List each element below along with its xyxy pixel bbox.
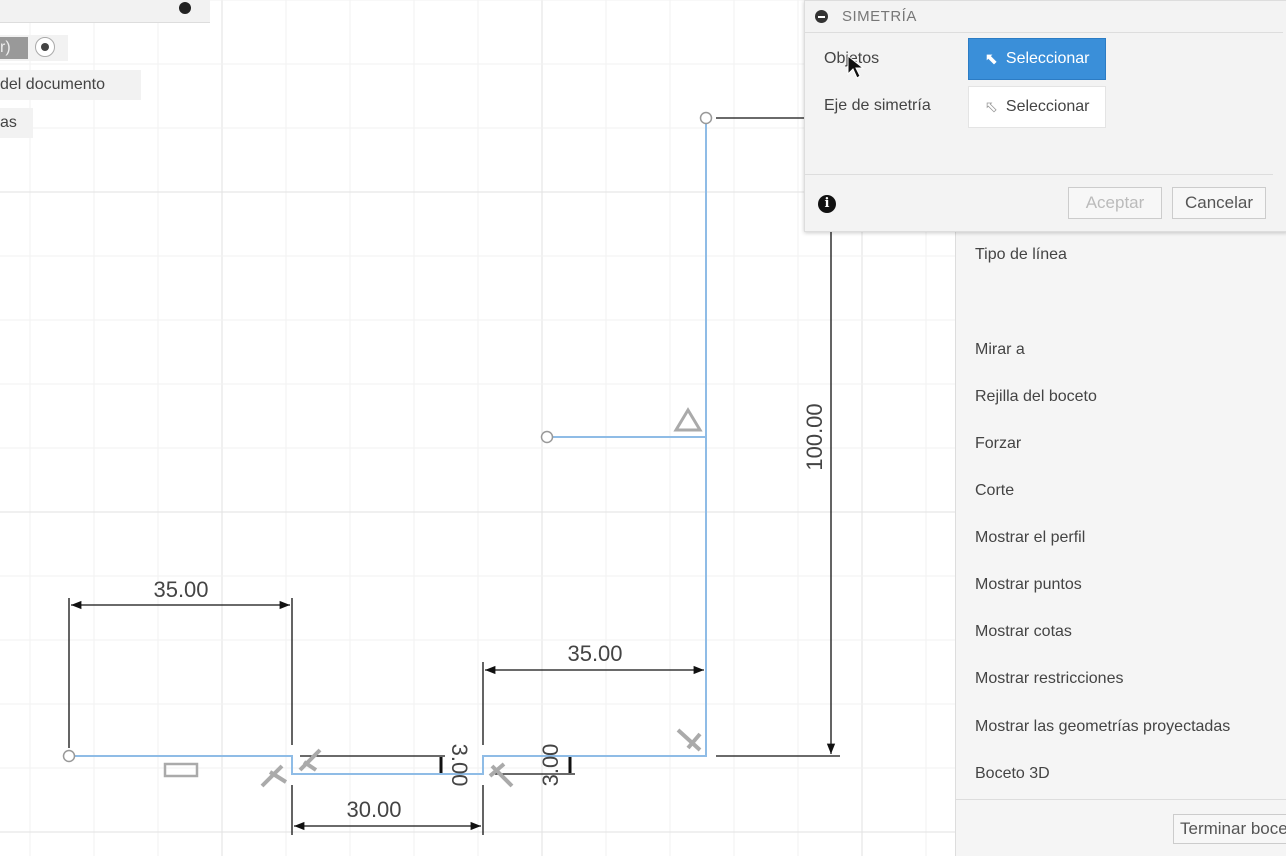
axis-select-button[interactable]: ⬁ Seleccionar [968, 86, 1106, 128]
objects-select-button[interactable]: ⬉ Seleccionar [968, 38, 1106, 80]
sketch-palette: Tipo de línea Mirar a Rejilla del boceto… [955, 230, 1286, 856]
palette-item-show-projected[interactable]: Mostrar las geometrías proyectadas [975, 718, 1230, 736]
sketch-point[interactable] [699, 111, 713, 125]
select-label: Seleccionar [1005, 98, 1090, 115]
palette-item-show-points[interactable]: Mostrar puntos [975, 576, 1082, 594]
info-icon[interactable]: i [818, 195, 836, 213]
left-panel-item[interactable]: del documento [0, 70, 141, 100]
horizontal-constraint-icon[interactable] [163, 762, 199, 778]
palette-item-show-profile[interactable]: Mostrar el perfil [975, 529, 1085, 547]
dimension-depth[interactable]: 3.00 [447, 744, 472, 787]
accept-button[interactable]: Aceptar [1068, 187, 1162, 219]
dimension-depth[interactable]: 3.00 [538, 744, 563, 787]
dimension-left-width[interactable]: 35.00 [153, 577, 208, 602]
perpendicular-constraint-icon[interactable] [676, 728, 702, 752]
left-panel-header [0, 0, 210, 23]
palette-item-sketch-grid[interactable]: Rejilla del boceto [975, 388, 1097, 406]
cursor-arrow-icon: ⬁ [984, 99, 998, 116]
profile-line[interactable] [69, 118, 707, 775]
palette-item-show-dimensions[interactable]: Mostrar cotas [975, 623, 1072, 641]
perpendicular-constraint-icon[interactable] [260, 764, 288, 788]
palette-item-show-constraints[interactable]: Mostrar restricciones [975, 670, 1123, 688]
dimension-height[interactable]: 100.00 [802, 403, 827, 470]
dialog-title: SIMETRÍA [842, 8, 917, 25]
item-label: as [0, 114, 17, 131]
item-label: r) [0, 37, 28, 59]
dialog-header: SIMETRÍA [805, 1, 1283, 33]
sketch-point[interactable] [540, 430, 554, 444]
mouse-cursor-icon [847, 54, 865, 79]
sketch-point[interactable] [62, 749, 76, 763]
palette-item-look-at[interactable]: Mirar a [975, 341, 1025, 359]
collapse-icon[interactable] [179, 2, 191, 14]
perpendicular-constraint-icon[interactable] [488, 762, 514, 788]
perpendicular-constraint-icon[interactable] [298, 748, 322, 772]
sketch-geometry [69, 118, 707, 775]
mirror-dialog: SIMETRÍA Objetos ⬉ Seleccionar Eje de si… [804, 0, 1286, 232]
constraint-glyphs [163, 407, 703, 788]
item-label: del documento [0, 76, 105, 93]
dimension-right-width[interactable]: 35.00 [567, 641, 622, 666]
dialog-footer: i Aceptar Cancelar [805, 174, 1273, 231]
palette-item-snap[interactable]: Forzar [975, 435, 1021, 453]
palette-item-line-type[interactable]: Tipo de línea [975, 246, 1067, 264]
cursor-arrow-icon: ⬉ [984, 51, 998, 68]
palette-footer: Terminar boceto [956, 799, 1286, 857]
fix-constraint-icon[interactable] [673, 407, 703, 432]
palette-item-3d-sketch[interactable]: Boceto 3D [975, 765, 1050, 783]
palette-item-slice[interactable]: Corte [975, 482, 1014, 500]
left-panel-item[interactable]: as [0, 108, 33, 138]
radio-icon[interactable] [35, 37, 55, 57]
left-panel-item[interactable]: r) [0, 35, 68, 61]
cancel-button[interactable]: Cancelar [1172, 187, 1266, 219]
axis-label: Eje de simetría [824, 97, 931, 114]
collapse-icon[interactable] [815, 10, 828, 23]
finish-sketch-button[interactable]: Terminar boceto [1173, 814, 1286, 844]
dimension-bottom-width[interactable]: 30.00 [346, 797, 401, 822]
select-label: Seleccionar [1005, 50, 1090, 67]
dimension-lines [68, 117, 840, 835]
